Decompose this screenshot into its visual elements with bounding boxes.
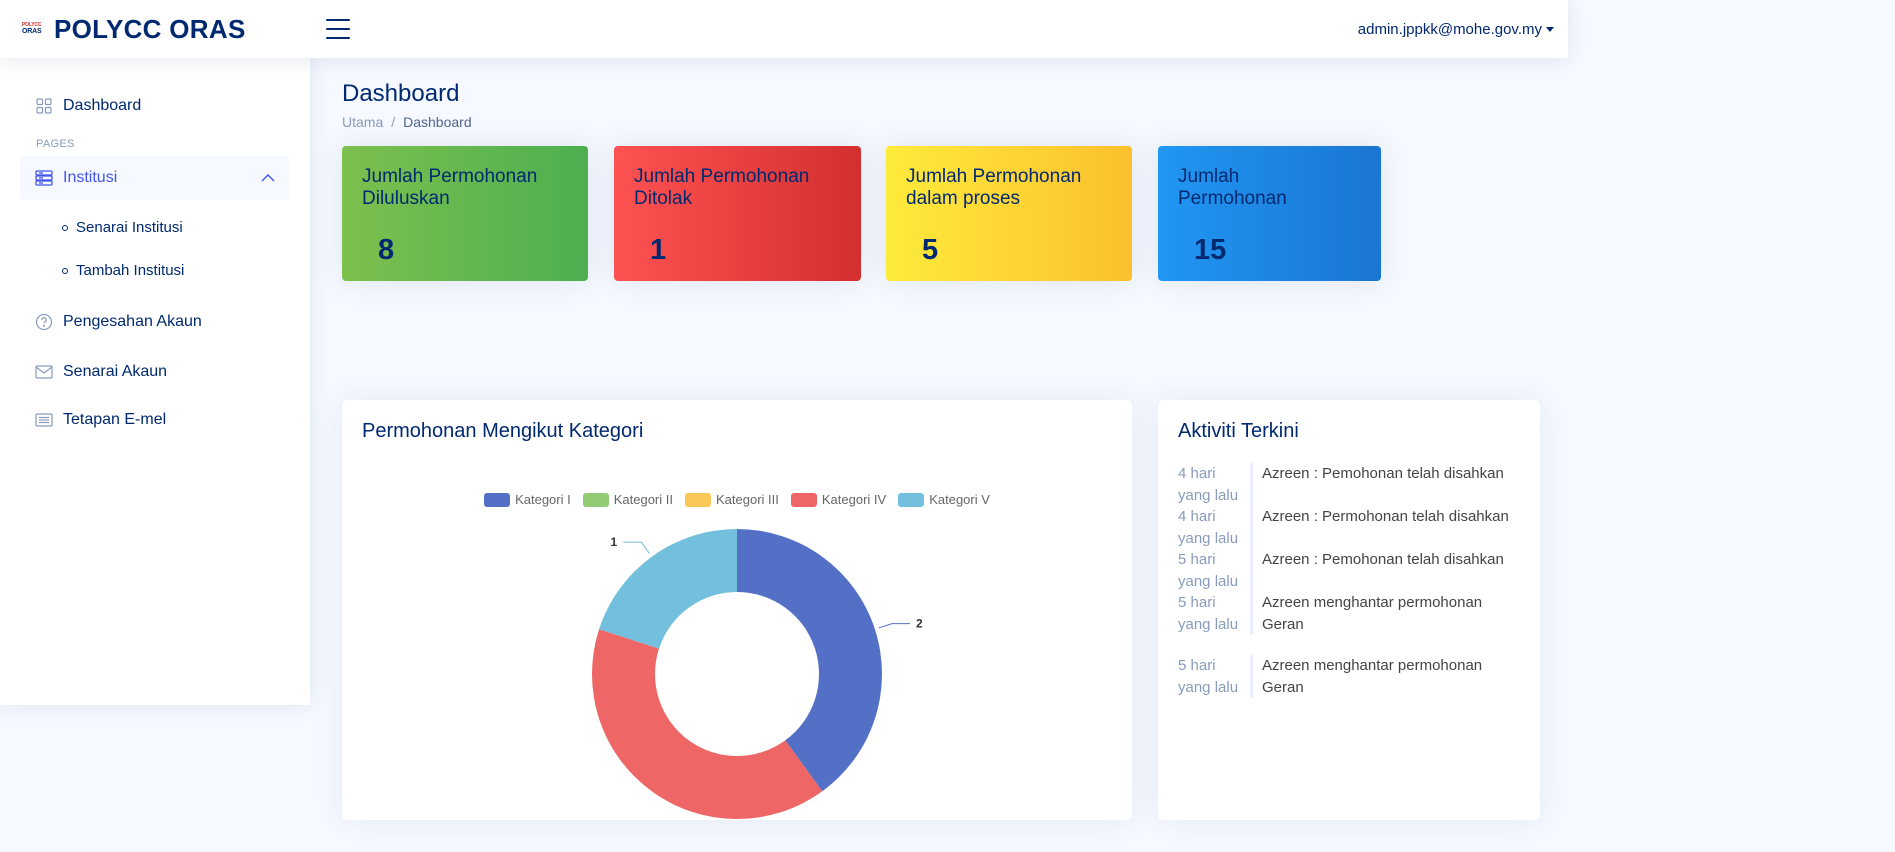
activity-panel: Aktiviti Terkini 4 hari yang lalu Azreen :… (1158, 400, 1540, 820)
sidebar-item-tetapan-emel[interactable]: Tetapan E-mel (20, 397, 290, 443)
activity-item: 4 hari yang lalu Azreen : Permohonan telah… (1178, 506, 1520, 549)
activity-time-line2: yang lalu (1178, 678, 1239, 696)
donut-slice-1[interactable] (737, 529, 882, 792)
chart-panel: Permohonan Mengikut Kategori Kategori IK… (342, 400, 1132, 820)
activity-time-line1: 5 hari (1178, 551, 1216, 568)
card-value: 8 (378, 234, 395, 266)
donut-slice-5[interactable] (599, 529, 737, 649)
sidebar-subitem-tambah-institusi[interactable]: Tambah Institusi (20, 249, 290, 292)
activity-time: 5 hari yang lalu (1178, 592, 1250, 635)
sidebar-item-dashboard[interactable]: Dashboard (20, 84, 290, 128)
activity-time: 4 hari yang lalu (1178, 463, 1250, 506)
activity-time-line1: 4 hari (1178, 465, 1216, 482)
sidebar-item-label: Tetapan E-mel (63, 411, 167, 428)
activity-time: 5 hari yang lalu (1178, 549, 1250, 592)
card-in-process: Jumlah Permohonan dalam proses 5 (886, 146, 1132, 281)
sidebar-item-label: Senarai Akaun (63, 362, 168, 380)
activity-time-line2: yang lalu (1178, 572, 1239, 590)
list-icon (35, 411, 53, 429)
sidebar: Dashboard PAGES Institusi Senarai Instit… (0, 58, 310, 705)
card-value: 1 (650, 234, 667, 266)
caret-down-icon (1546, 26, 1554, 32)
card-approved: Jumlah Permohonan Diluluskan 8 (342, 146, 588, 281)
activity-text: Azreen menghantar permohonan Geran (1250, 655, 1520, 698)
question-circle-icon (35, 313, 53, 331)
breadcrumb-home-link[interactable]: Utama (342, 114, 383, 130)
server-icon (35, 169, 53, 187)
sidebar-item-institusi[interactable]: Institusi (20, 156, 290, 200)
breadcrumb-separator: / (391, 114, 396, 130)
activity-time-line2: yang lalu (1178, 529, 1239, 547)
card-title: Jumlah Permohonan (1178, 166, 1287, 209)
activity-time-line1: 5 hari (1178, 657, 1216, 674)
card-total: Jumlah Permohonan 15 (1158, 146, 1381, 281)
activity-time-line1: 4 hari (1178, 508, 1216, 525)
sidebar-item-label: Pengesahan Akaun (63, 313, 202, 330)
breadcrumb: Utama / Dashboard (342, 114, 1542, 130)
activity-text: Azreen menghantar permohonan Geran (1250, 592, 1520, 635)
sidebar-item-senarai-akaun[interactable]: Senarai Akaun (20, 346, 290, 397)
activity-item: 5 hari yang lalu Azreen menghantar permoho… (1178, 592, 1520, 635)
card-rejected: Jumlah Permohonan Ditolak 1 (614, 146, 861, 281)
donut-slice-4[interactable] (592, 629, 823, 819)
user-email: admin.jppkk@mohe.gov.my (1357, 20, 1542, 38)
user-menu[interactable]: admin.jppkk@mohe.gov.my (1358, 21, 1554, 38)
page-title: Dashboard (342, 80, 460, 107)
logo-mark-line2: ORAS (22, 28, 42, 35)
sidebar-item-label: Dashboard (63, 97, 142, 114)
sidebar-subitem-senarai-institusi[interactable]: Senarai Institusi (20, 206, 290, 249)
sidebar-section-heading: PAGES (36, 138, 75, 150)
activity-time-line2: yang lalu (1178, 615, 1239, 633)
app-logo[interactable]: POLYCC ORAS POLYCC ORAS (22, 14, 318, 45)
top-header: POLYCC ORAS POLYCC ORAS admin.jppkk@mohe… (0, 0, 1568, 58)
sidebar-subitem-label: Senarai Institusi (76, 219, 183, 236)
activity-text: Azreen : Permohonan telah disahkan (1250, 506, 1520, 549)
card-value: 5 (922, 234, 939, 266)
envelope-icon (35, 363, 53, 381)
logo-mark: POLYCC ORAS (22, 22, 46, 36)
circle-icon (62, 224, 68, 231)
breadcrumb-current: Dashboard (403, 114, 472, 130)
sidebar-item-label: Institusi (63, 169, 118, 186)
activity-time-line2: yang lalu (1178, 486, 1239, 504)
activity-item: 4 hari yang lalu Azreen : Pemohonan telah … (1178, 463, 1520, 506)
app-title: POLYCC ORAS (54, 13, 246, 44)
slice-label-line (623, 541, 650, 554)
slice-label-line (878, 623, 911, 629)
activity-list: 4 hari yang lalu Azreen : Pemohonan telah … (1158, 443, 1540, 698)
chevron-up-icon (261, 169, 275, 187)
activity-time-line1: 5 hari (1178, 594, 1216, 611)
card-title: Jumlah Permohonan Diluluskan (362, 166, 538, 209)
donut-chart: 21 (592, 529, 923, 819)
activity-panel-title: Aktiviti Terkini (1178, 420, 1299, 442)
card-title: Jumlah Permohonan dalam proses (906, 166, 1082, 209)
activity-time: 4 hari yang lalu (1178, 506, 1250, 549)
slice-data-label: 1 (611, 535, 618, 549)
menu-toggle-icon[interactable] (326, 19, 350, 39)
sidebar-item-pengesahan-akaun[interactable]: Pengesahan Akaun (20, 298, 290, 346)
main-content: Dashboard Utama / Dashboard Jumlah Permo… (342, 58, 1542, 820)
card-value: 15 (1194, 234, 1227, 266)
circle-icon (62, 267, 68, 274)
activity-time: 5 hari yang lalu (1178, 655, 1250, 698)
sidebar-subitem-label: Tambah Institusi (76, 262, 185, 279)
activity-item: 5 hari yang lalu Azreen menghantar permoho… (1178, 655, 1520, 698)
card-title: Jumlah Permohonan Ditolak (634, 166, 810, 209)
slice-data-label: 2 (916, 617, 923, 631)
activity-item: 5 hari yang lalu Azreen : Pemohonan telah … (1178, 549, 1520, 592)
activity-text: Azreen : Pemohonan telah disahkan (1250, 463, 1520, 506)
activity-text: Azreen : Pemohonan telah disahkan (1250, 549, 1520, 592)
grid-icon (35, 97, 53, 115)
